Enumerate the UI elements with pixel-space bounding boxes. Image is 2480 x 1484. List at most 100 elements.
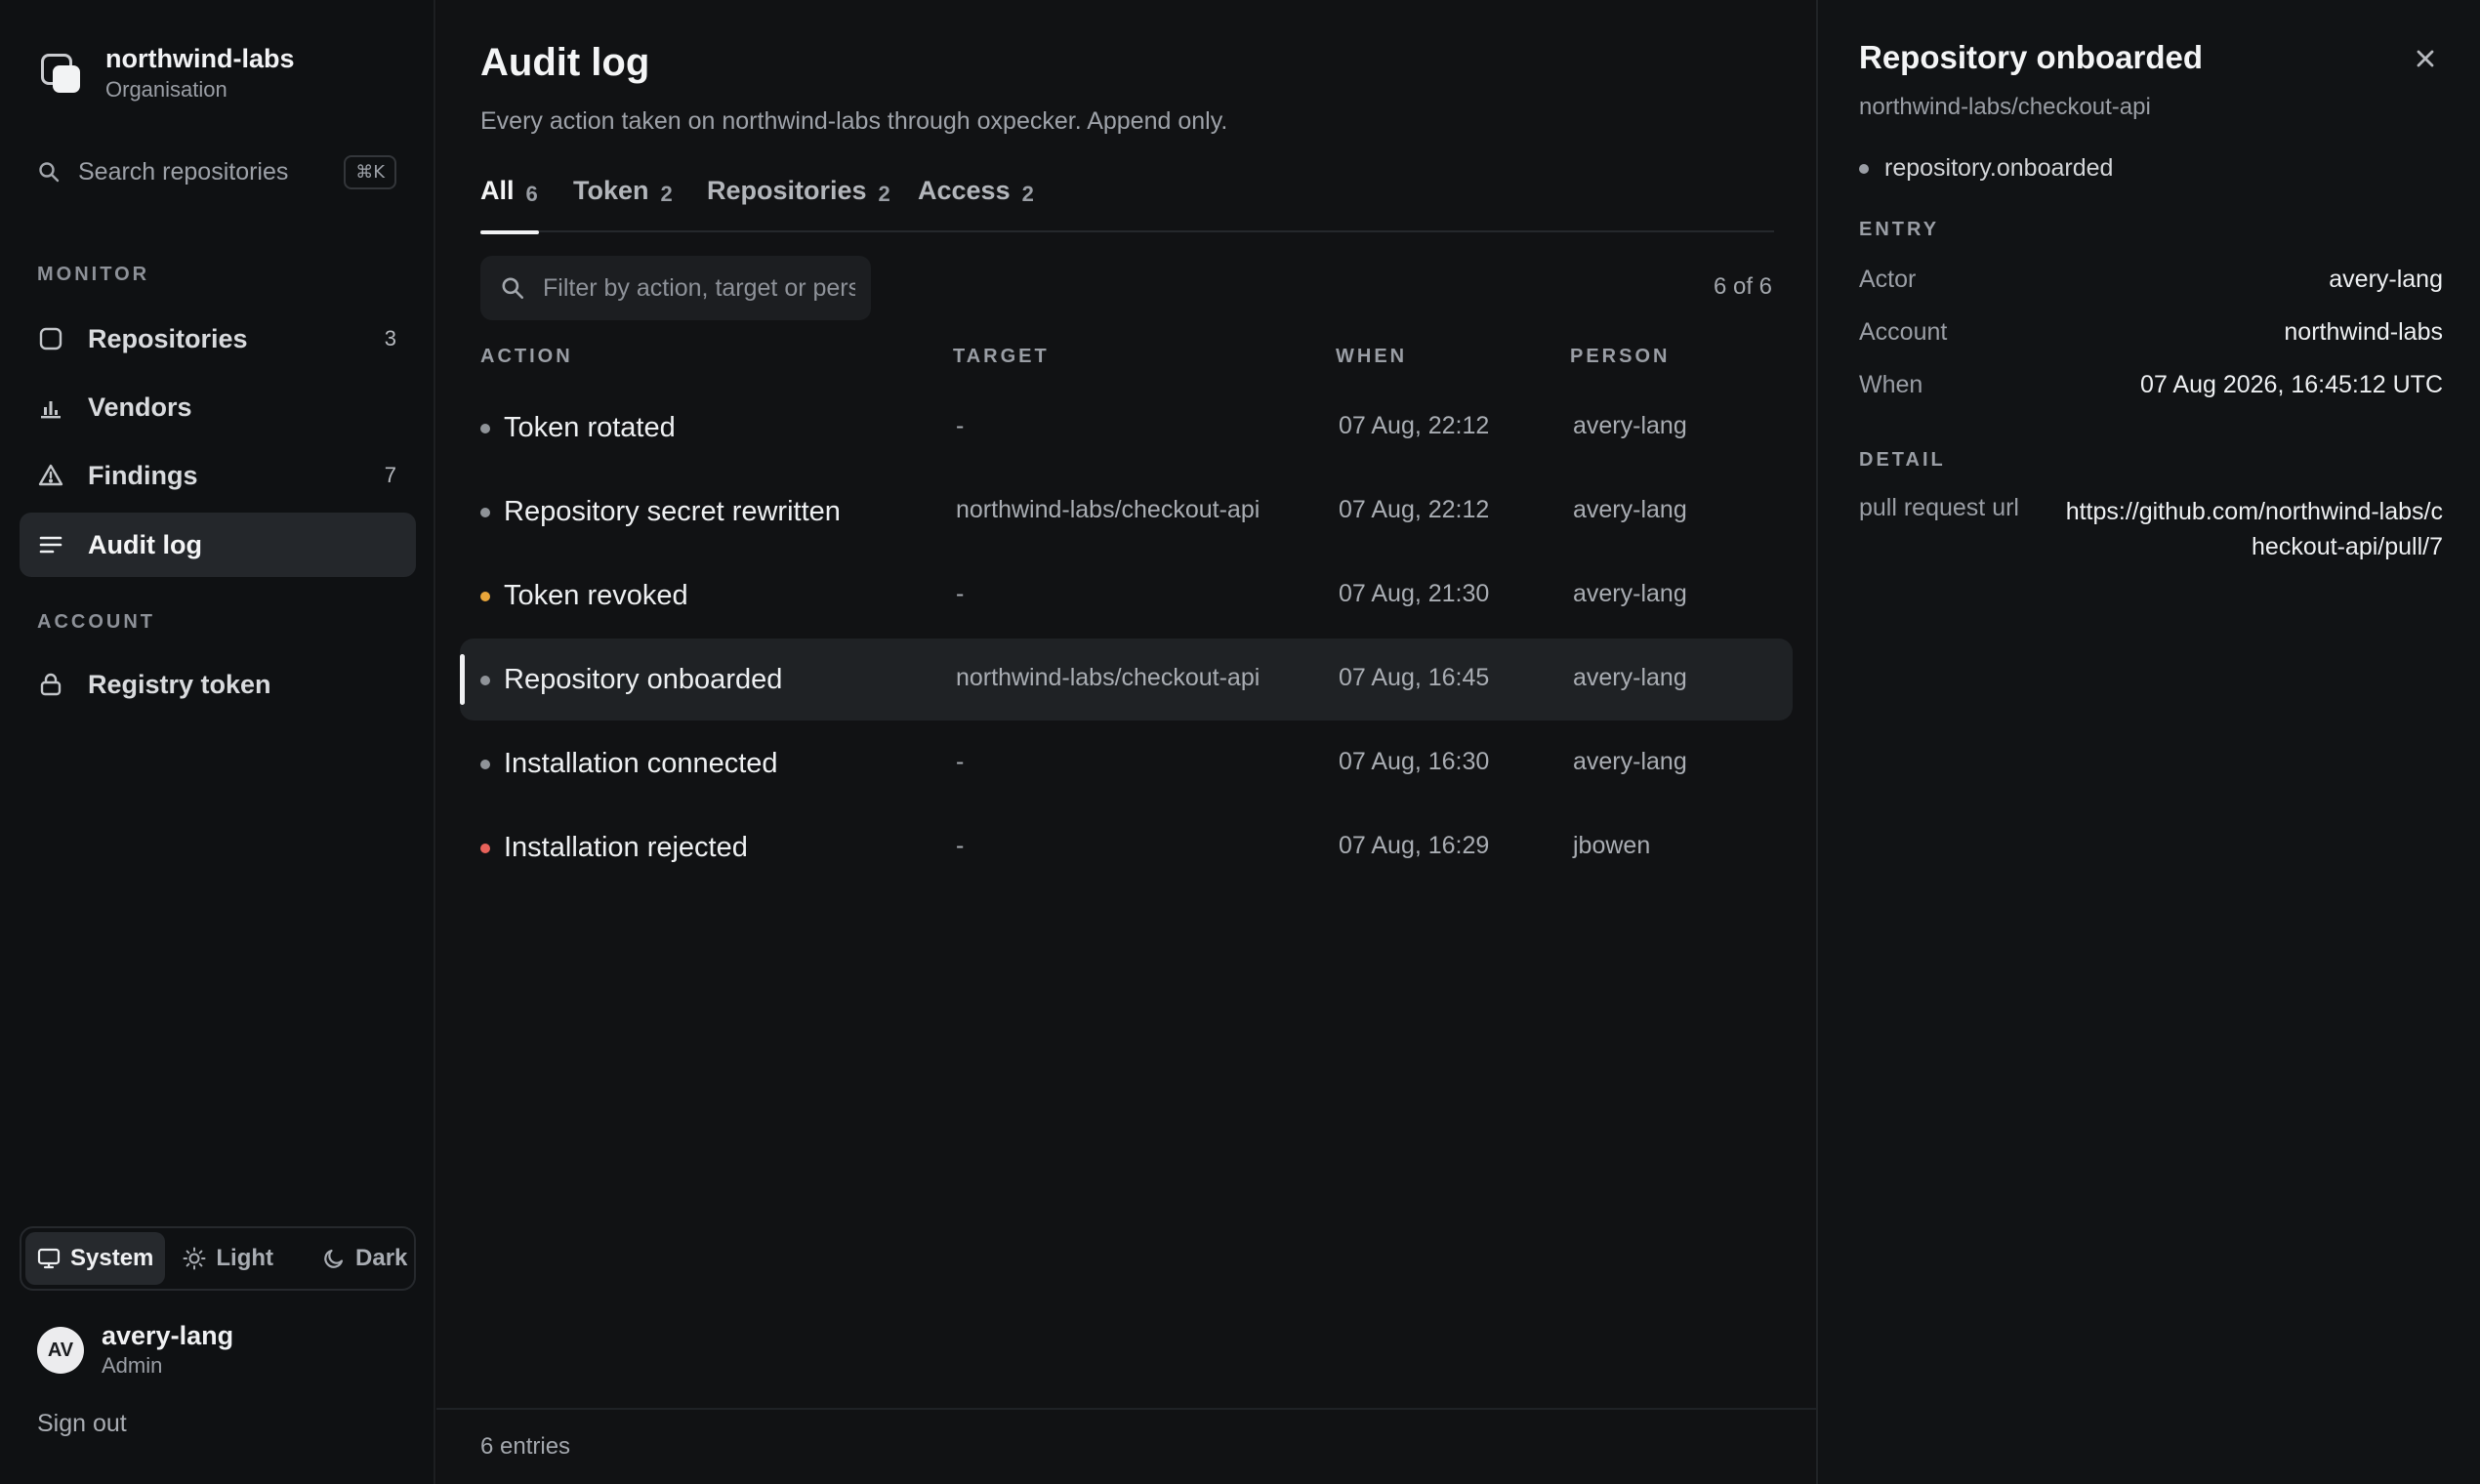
detail-pull-request-url: pull request url https://github.com/nort… xyxy=(1859,494,2443,564)
table-row[interactable]: Token rotated - 07 Aug, 22:12 avery-lang xyxy=(460,387,1793,469)
cell-when: 07 Aug, 22:12 xyxy=(1339,412,1490,439)
tab-label: All xyxy=(480,176,515,205)
cell-when: 07 Aug, 16:29 xyxy=(1339,832,1490,859)
status-dot xyxy=(480,508,490,517)
theme-switcher: System Light Dark xyxy=(20,1226,416,1291)
square-icon xyxy=(37,325,64,352)
detail-title: Repository onboarded xyxy=(1859,39,2204,75)
column-header-action: ACTION xyxy=(480,346,573,367)
filter-input[interactable] xyxy=(543,273,855,303)
tab-label: Repositories xyxy=(707,176,867,205)
field-value: northwind-labs xyxy=(2284,318,2443,346)
field-key: Actor xyxy=(1859,266,1917,293)
cell-person: avery-lang xyxy=(1573,580,1687,607)
status-dot xyxy=(480,424,490,433)
status-dot xyxy=(480,760,490,769)
entry-account: Account northwind-labs xyxy=(1859,318,2443,347)
sidebar-item-findings[interactable]: Findings 7 xyxy=(20,443,416,508)
cell-target: - xyxy=(956,832,965,859)
event-name: repository.onboarded xyxy=(1884,154,2114,182)
entry-actor: Actor avery-lang xyxy=(1859,266,2443,294)
tab-count: 2 xyxy=(1021,182,1034,206)
table-footer: 6 entries xyxy=(436,1408,1816,1484)
column-header-person: PERSON xyxy=(1570,346,1671,367)
field-key: Account xyxy=(1859,318,1948,346)
cell-target: - xyxy=(956,412,965,439)
cell-person: jbowen xyxy=(1573,832,1651,859)
table-row-selected[interactable]: Repository onboarded northwind-labs/chec… xyxy=(460,639,1793,721)
tab-count: 6 xyxy=(525,182,538,206)
cell-person: avery-lang xyxy=(1573,412,1687,439)
cell-target: - xyxy=(956,748,965,775)
entry-when: When 07 Aug 2026, 16:45:12 UTC xyxy=(1859,371,2443,399)
table-row[interactable]: Installation rejected - 07 Aug, 16:29 jb… xyxy=(460,806,1793,888)
tab-all[interactable]: All 6 xyxy=(480,168,539,234)
org-name: northwind-labs xyxy=(105,44,295,73)
sidebar-item-count: 3 xyxy=(384,326,396,350)
section-label-account: ACCOUNT xyxy=(37,611,155,633)
org-switcher[interactable]: northwind-labs Organisation xyxy=(39,39,294,107)
cell-when: 07 Aug, 22:12 xyxy=(1339,496,1490,523)
theme-option-dark[interactable]: Dark xyxy=(310,1232,419,1285)
user-name: avery-lang xyxy=(102,1321,234,1350)
field-key: When xyxy=(1859,371,1923,398)
sign-out-link[interactable]: Sign out xyxy=(37,1410,127,1438)
user-profile[interactable]: AV avery-lang Admin xyxy=(37,1320,233,1381)
cell-target: - xyxy=(956,580,965,607)
field-key: pull request url xyxy=(1859,494,2019,521)
selection-indicator xyxy=(460,654,465,705)
sidebar-item-registry-token[interactable]: Registry token xyxy=(20,652,416,717)
detail-panel: Repository onboarded northwind-labs/chec… xyxy=(1816,0,2480,1484)
cell-action: Repository secret rewritten xyxy=(504,496,841,527)
theme-option-label: Light xyxy=(216,1245,274,1271)
pull-request-link[interactable]: https://github.com/northwind-labs/checko… xyxy=(2052,494,2443,564)
cell-action: Installation rejected xyxy=(504,832,748,863)
detail-subtitle: northwind-labs/checkout-api xyxy=(1859,94,2151,120)
tab-repositories[interactable]: Repositories 2 xyxy=(707,168,890,232)
moon-icon xyxy=(324,1249,344,1268)
tab-access[interactable]: Access 2 xyxy=(918,168,1034,232)
warning-icon xyxy=(37,462,64,489)
cell-person: avery-lang xyxy=(1573,664,1687,691)
cell-target: northwind-labs/checkout-api xyxy=(956,496,1261,523)
repository-search[interactable]: Search repositories ⌘K xyxy=(37,148,396,195)
theme-option-light[interactable]: Light xyxy=(171,1232,285,1285)
page-subtitle: Every action taken on northwind-labs thr… xyxy=(480,107,1228,135)
cell-target: northwind-labs/checkout-api xyxy=(956,664,1261,691)
table-row[interactable]: Repository secret rewritten northwind-la… xyxy=(460,471,1793,553)
org-logo-icon xyxy=(39,52,82,95)
status-dot xyxy=(480,592,490,601)
list-icon xyxy=(37,531,64,558)
cell-action: Installation connected xyxy=(504,748,778,779)
cell-when: 07 Aug, 21:30 xyxy=(1339,580,1490,607)
lock-icon xyxy=(37,671,64,698)
column-header-when: WHEN xyxy=(1336,346,1408,367)
section-label-entry: ENTRY xyxy=(1859,219,1940,240)
sidebar-item-audit-log[interactable]: Audit log xyxy=(20,513,416,577)
column-header-target: TARGET xyxy=(953,346,1050,367)
close-icon[interactable] xyxy=(2410,43,2441,74)
cell-when: 07 Aug, 16:30 xyxy=(1339,748,1490,775)
section-label-monitor: MONITOR xyxy=(37,264,150,285)
page-title: Audit log xyxy=(480,41,650,84)
cell-when: 07 Aug, 16:45 xyxy=(1339,664,1490,691)
search-icon xyxy=(502,277,524,300)
status-dot xyxy=(1859,163,1869,174)
theme-option-label: System xyxy=(70,1245,154,1271)
sidebar-item-count: 7 xyxy=(384,463,396,487)
main-content: Audit log Every action taken on northwin… xyxy=(436,0,1816,1484)
sidebar-item-repositories[interactable]: Repositories 3 xyxy=(20,307,416,371)
table-row[interactable]: Installation connected - 07 Aug, 16:30 a… xyxy=(460,722,1793,804)
result-count: 6 of 6 xyxy=(1713,273,1772,300)
tab-label: Access xyxy=(918,176,1011,205)
cell-person: avery-lang xyxy=(1573,496,1687,523)
sidebar-item-label: Repositories xyxy=(88,323,248,353)
sidebar-item-label: Findings xyxy=(88,460,198,490)
sidebar-item-vendors[interactable]: Vendors xyxy=(20,375,416,439)
sidebar-item-label: Vendors xyxy=(88,392,192,422)
bar-chart-icon xyxy=(37,393,64,421)
tab-token[interactable]: Token 2 xyxy=(573,168,673,232)
theme-option-system[interactable]: System xyxy=(25,1232,166,1285)
table-row[interactable]: Token revoked - 07 Aug, 21:30 avery-lang xyxy=(460,555,1793,637)
table-header: ACTION TARGET WHEN PERSON xyxy=(480,346,1774,373)
